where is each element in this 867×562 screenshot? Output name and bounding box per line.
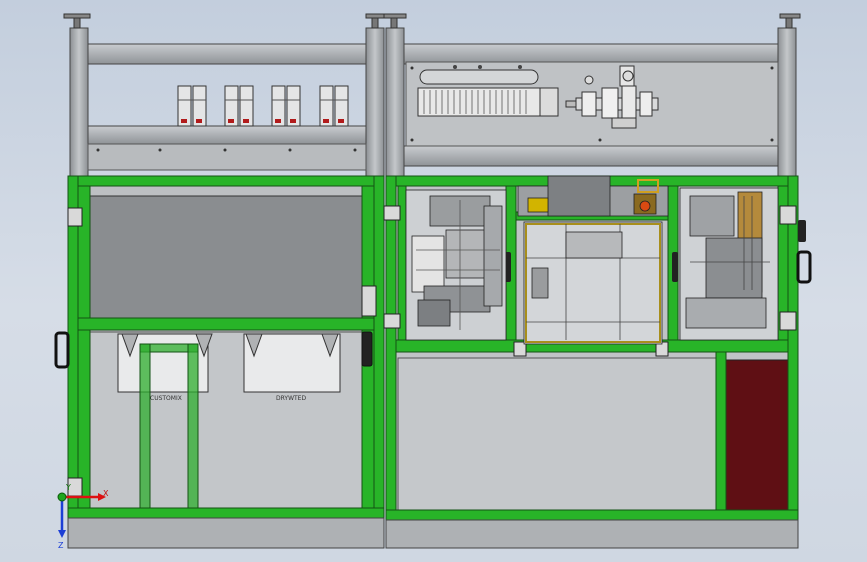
machine-front-view: CUSTOMIX DRYWTED X Y Z [54,13,812,550]
breaker-modules [177,85,349,127]
center-lift-module [517,175,669,345]
feeder-module [679,187,779,341]
pick-place-module [405,189,507,341]
terminal-block [417,65,559,117]
base-plinth [67,517,799,549]
z-axis-label: Z [58,541,64,550]
y-axis-label: Y [65,483,71,492]
dark-access-panel [725,359,789,517]
x-axis-label: X [103,489,109,498]
cad-viewport[interactable]: CUSTOMIX DRYWTED X Y Z [0,0,867,562]
tray-right-label: DRYWTED [276,395,306,402]
tray-left-label: CUSTOMIX [150,395,182,402]
